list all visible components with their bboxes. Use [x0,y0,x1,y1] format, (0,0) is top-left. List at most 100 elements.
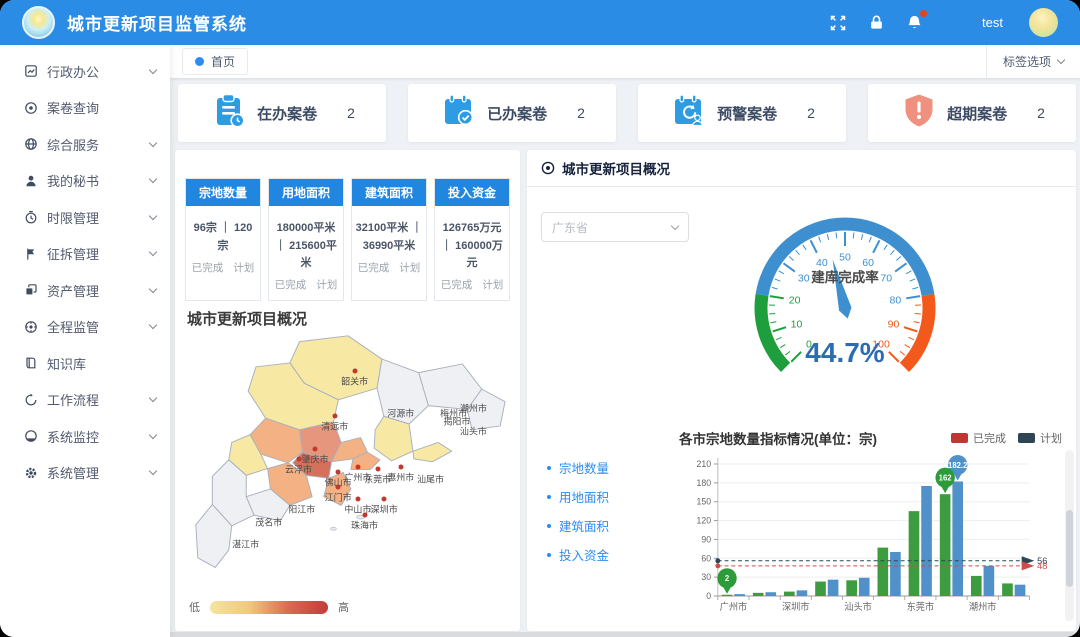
tag-options-button[interactable]: 标签选项 [986,45,1080,78]
assets-icon [24,283,38,297]
city-dot-icon [362,512,367,517]
svg-text:90: 90 [701,534,711,544]
province-select[interactable]: 广东省 [541,212,689,242]
sidebar-item-2[interactable]: 综合服务 [0,126,170,163]
stat-caption-plan: 计划 [233,260,254,275]
svg-text:东莞市: 东莞市 [907,601,935,612]
bullet-icon [547,553,551,557]
bullseye-icon [541,161,555,175]
scrollbar-thumb[interactable] [1066,510,1073,587]
sidebar-item-7[interactable]: 全程监管 [0,309,170,346]
city-dot-icon [382,497,387,502]
city-dot-icon [336,469,341,474]
bell-icon[interactable] [904,13,924,33]
card-label: 预警案卷 [717,103,777,124]
svg-text:广州市: 广州市 [720,601,748,612]
stat-header: 宗地数量 [186,179,260,206]
sidebar-item-label: 系统监控 [47,427,150,446]
link-investment[interactable]: 投入资金 [547,540,609,569]
map-city-label: 江门市 [325,484,352,503]
city-dot-icon [375,467,380,472]
fullscreen-icon[interactable] [828,13,848,33]
workflow-icon [24,393,38,407]
sidebar-item-4[interactable]: 时限管理 [0,199,170,236]
map-city-label: 韶关市 [341,368,368,387]
city-dot-icon [352,368,357,373]
sidebar-item-0[interactable]: 行政办公 [0,53,170,90]
map-city-label: 梅州市 [440,407,467,420]
legend-done[interactable]: 已完成 [951,430,1006,446]
link-building-area[interactable]: 建筑面积 [547,511,609,540]
username[interactable]: test [982,15,1003,30]
svg-text:150: 150 [697,497,712,507]
card-label: 超期案卷 [947,103,1007,124]
user-avatar[interactable] [1029,8,1058,37]
map-city-label: 广州市 [344,464,371,483]
svg-text:60: 60 [701,553,711,563]
link-label: 宗地数量 [559,458,609,477]
sidebar-item-5[interactable]: 征拆管理 [0,236,170,273]
chevron-down-icon [149,175,157,183]
panel-title: 城市更新项目概况 [562,158,670,178]
city-dot-icon [336,484,341,489]
sidebar-item-9[interactable]: 工作流程 [0,382,170,419]
svg-text:潮州市: 潮州市 [969,601,997,612]
app-logo-icon [22,6,55,39]
sidebar-item-11[interactable]: 系统管理 [0,455,170,492]
stat-header: 投入资金 [435,179,509,206]
bullet-icon [547,495,551,499]
tab-home[interactable]: 首页 [182,48,248,75]
case-search-icon [24,101,38,115]
sidebar-item-label: 我的秘书 [47,171,150,190]
link-parcel-count[interactable]: 宗地数量 [547,453,609,482]
link-land-area[interactable]: 用地面积 [547,482,609,511]
knowledge-icon [24,356,38,370]
bar-chart-header: 各市宗地数量指标情况(单位：宗) 已完成 计划 [679,428,1062,448]
card-done-cases[interactable]: 已办案卷 2 [408,84,616,142]
legend-plan-label: 计划 [1040,433,1062,445]
chevron-down-icon [149,212,157,220]
stat-caption-done: 已完成 [441,277,473,292]
monitor-icon [24,429,38,443]
card-pending-cases[interactable]: 在办案卷 2 [178,84,386,142]
sidebar-item-label: 案卷查询 [47,98,150,117]
map-city-label: 河源市 [387,407,414,420]
svg-text:建库完成率: 建库完成率 [810,269,879,285]
sidebar-item-10[interactable]: 系统监控 [0,418,170,455]
legend-done-swatch [951,433,968,443]
map-title: 城市更新项目概况 [187,308,307,329]
sidebar-item-label: 工作流程 [47,390,150,409]
map-city-label: 汕尾市 [417,472,444,485]
scrollbar[interactable] [1065,450,1074,621]
time-limit-icon [24,210,38,224]
stat-caption-plan: 计划 [316,277,337,292]
map-legend: 低 高 [189,599,349,615]
sidebar-item-3[interactable]: 我的秘书 [0,163,170,200]
bullet-icon [547,466,551,470]
link-label: 用地面积 [559,487,609,506]
stat-value: 180000平米 ｜ 215600平米 [272,220,340,273]
city-dot-icon [398,464,403,469]
card-count: 2 [347,105,355,121]
map-city-label: 汕头市 [460,424,487,437]
card-warning-cases[interactable]: 预警案卷 2 [638,84,846,142]
legend-plan[interactable]: 计划 [1018,430,1062,446]
sidebar-item-1[interactable]: 案卷查询 [0,90,170,127]
calendar-warning-icon [669,91,709,136]
tab-bar: 首页 标签选项 [170,45,1080,78]
svg-text:20: 20 [789,295,801,307]
panel-header: 城市更新项目概况 [527,150,1076,187]
map-city-label: 肇庆市 [301,447,328,466]
stat-caption-done: 已完成 [275,277,307,292]
sidebar-item-8[interactable]: 知识库 [0,345,170,382]
stat-value: 96宗 ｜ 120宗 [189,220,257,256]
sidebar-item-6[interactable]: 资产管理 [0,272,170,309]
chevron-down-icon [149,66,157,74]
svg-text:48: 48 [1037,561,1047,571]
guangdong-map[interactable]: 韶关市梅州市河源市潮州市揭阳市汕头市清远市肇庆市广州市佛山市东莞市惠州市汕尾市云… [183,330,513,582]
card-overdue-cases[interactable]: 超期案卷 2 [868,84,1076,142]
app-window: 城市更新项目监管系统 test [0,0,1080,637]
gauge-chart: 0102030405060708090100建库完成率44.7% [730,210,960,400]
lock-icon[interactable] [866,13,886,33]
map-city-label: 清远市 [321,414,348,433]
